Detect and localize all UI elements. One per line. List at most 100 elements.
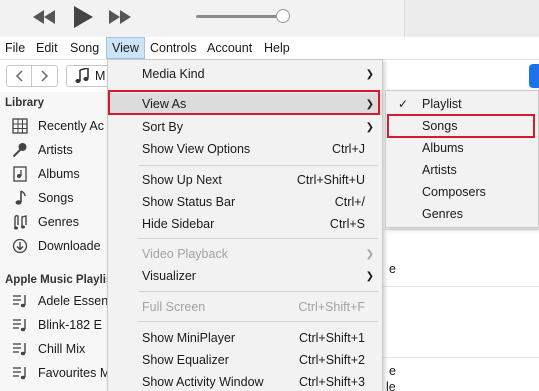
volume-slider-knob[interactable]	[276, 9, 291, 23]
submenu-item-artists[interactable]: Artists	[386, 159, 538, 181]
menu-separator	[138, 291, 378, 292]
media-picker[interactable]: M	[66, 65, 110, 87]
menu-item-shortcut: Ctrl+J	[332, 142, 365, 156]
sidebar-item-albums[interactable]: Albums	[0, 162, 112, 186]
rewind-button[interactable]	[31, 5, 57, 29]
menu-item-label: Video Playback	[142, 247, 228, 261]
menu-edit[interactable]: Edit	[31, 37, 63, 59]
sidebar-item-label: Albums	[38, 167, 80, 181]
download-icon	[11, 237, 29, 255]
menu-song[interactable]: Song	[65, 37, 104, 59]
content-text: le	[386, 380, 396, 391]
play-icon	[74, 6, 93, 28]
chevron-left-icon	[15, 70, 23, 82]
menu-item-show-equalizer[interactable]: Show Equalizer Ctrl+Shift+2	[108, 349, 382, 371]
sidebar-item-label: Chill Mix	[38, 342, 86, 356]
submenu-item-label: Playlist	[422, 97, 462, 111]
menubar: File Edit Song View Controls Account Hel…	[0, 37, 539, 60]
menu-controls[interactable]: Controls	[145, 37, 202, 59]
sidebar-item-label: Blink-182 E	[38, 318, 102, 332]
sidebar: Library Recently Ac Artists Albums Songs…	[0, 92, 112, 391]
menu-item-full-screen: Full Screen Ctrl+Shift+F	[108, 296, 382, 318]
menu-item-label: Visualizer	[142, 269, 196, 283]
menu-item-show-status-bar[interactable]: Show Status Bar Ctrl+/	[108, 191, 382, 213]
content-divider	[380, 286, 539, 287]
view-as-submenu: ✓ Playlist Songs Albums Artists Composer…	[385, 90, 539, 228]
sidebar-item-songs[interactable]: Songs	[0, 186, 112, 210]
menu-item-label: Sort By	[142, 120, 183, 134]
back-forward-group	[6, 65, 58, 87]
menu-file[interactable]: File	[0, 37, 30, 59]
menu-item-visualizer[interactable]: Visualizer ❯	[108, 265, 382, 287]
sidebar-item-genres[interactable]: Genres	[0, 210, 112, 234]
recently-added-icon	[11, 117, 29, 135]
playlist-item-blink-182[interactable]: Blink-182 E	[0, 313, 112, 337]
submenu-item-playlist[interactable]: ✓ Playlist	[386, 93, 538, 115]
menu-view[interactable]: View	[106, 37, 145, 59]
sidebar-item-label: Artists	[38, 143, 73, 157]
menu-item-label: Show View Options	[142, 142, 251, 156]
menu-item-label: Show Activity Window	[142, 375, 264, 389]
sidebar-item-downloaded[interactable]: Downloade	[0, 234, 112, 258]
menu-item-media-kind[interactable]: Media Kind ❯	[108, 63, 382, 85]
menu-item-label: Hide Sidebar	[142, 217, 215, 231]
menu-item-label: Show Status Bar	[142, 195, 236, 209]
now-playing-area	[404, 0, 539, 37]
menu-item-show-view-options[interactable]: Show View Options Ctrl+J	[108, 138, 382, 160]
media-picker-label: M	[95, 69, 106, 83]
genres-icon	[11, 213, 29, 231]
menu-separator	[138, 321, 378, 322]
library-heading: Library	[5, 97, 44, 109]
sidebar-item-label: Genres	[38, 215, 79, 229]
submenu-arrow-icon: ❯	[365, 98, 374, 110]
menu-item-shortcut: Ctrl+/	[334, 195, 365, 209]
menu-item-sort-by[interactable]: Sort By ❯	[108, 116, 382, 138]
forward-button[interactable]	[32, 66, 57, 86]
menu-item-shortcut: Ctrl+Shift+3	[298, 375, 365, 389]
menu-item-view-as[interactable]: View As ❯	[108, 93, 382, 115]
playlist-icon	[11, 316, 29, 334]
account-button[interactable]	[529, 64, 539, 88]
menu-account[interactable]: Account	[202, 37, 257, 59]
menu-help[interactable]: Help	[259, 37, 295, 59]
sidebar-item-artists[interactable]: Artists	[0, 138, 112, 162]
menu-item-label: Show MiniPlayer	[142, 331, 236, 345]
playlist-item-chill-mix[interactable]: Chill Mix	[0, 337, 112, 361]
submenu-item-label: Genres	[422, 207, 463, 221]
submenu-item-label: Composers	[422, 185, 486, 199]
music-note-icon	[75, 68, 89, 83]
playlist-item-favourites[interactable]: Favourites M	[0, 361, 112, 385]
menu-item-show-up-next[interactable]: Show Up Next Ctrl+Shift+U	[108, 169, 382, 191]
content-divider	[380, 229, 539, 230]
fast-forward-button[interactable]	[107, 5, 133, 29]
sidebar-item-label: Songs	[38, 191, 74, 205]
checkmark-icon: ✓	[398, 97, 409, 111]
submenu-item-composers[interactable]: Composers	[386, 181, 538, 203]
music-note-icon	[11, 189, 29, 207]
content-divider	[380, 357, 539, 358]
playlist-icon	[11, 364, 29, 382]
menu-separator	[138, 238, 378, 239]
menu-item-show-miniplayer[interactable]: Show MiniPlayer Ctrl+Shift+1	[108, 327, 382, 349]
submenu-arrow-icon: ❯	[365, 248, 374, 260]
sidebar-item-recently-added[interactable]: Recently Ac	[0, 114, 112, 138]
submenu-arrow-icon: ❯	[365, 121, 374, 133]
fast-forward-icon	[109, 10, 131, 24]
view-menu: Media Kind ❯ View As ❯ Sort By ❯ Show Vi…	[107, 59, 383, 391]
submenu-item-albums[interactable]: Albums	[386, 137, 538, 159]
menu-item-show-activity-window[interactable]: Show Activity Window Ctrl+Shift+3	[108, 371, 382, 391]
submenu-item-genres[interactable]: Genres	[386, 203, 538, 225]
back-button[interactable]	[7, 66, 32, 86]
playlists-heading: Apple Music Playlis	[5, 274, 113, 286]
chevron-right-icon	[40, 70, 48, 82]
play-button[interactable]	[70, 5, 96, 29]
playlist-item-adele[interactable]: Adele Essen	[0, 289, 112, 313]
sidebar-item-label: Recently Ac	[38, 119, 105, 133]
menu-item-label: View As	[142, 97, 187, 111]
menu-item-hide-sidebar[interactable]: Hide Sidebar Ctrl+S	[108, 213, 382, 235]
submenu-item-songs[interactable]: Songs	[386, 115, 538, 137]
content-text: e	[389, 262, 396, 276]
rewind-icon	[33, 10, 55, 24]
submenu-item-label: Albums	[422, 141, 464, 155]
submenu-item-label: Songs	[422, 119, 458, 133]
